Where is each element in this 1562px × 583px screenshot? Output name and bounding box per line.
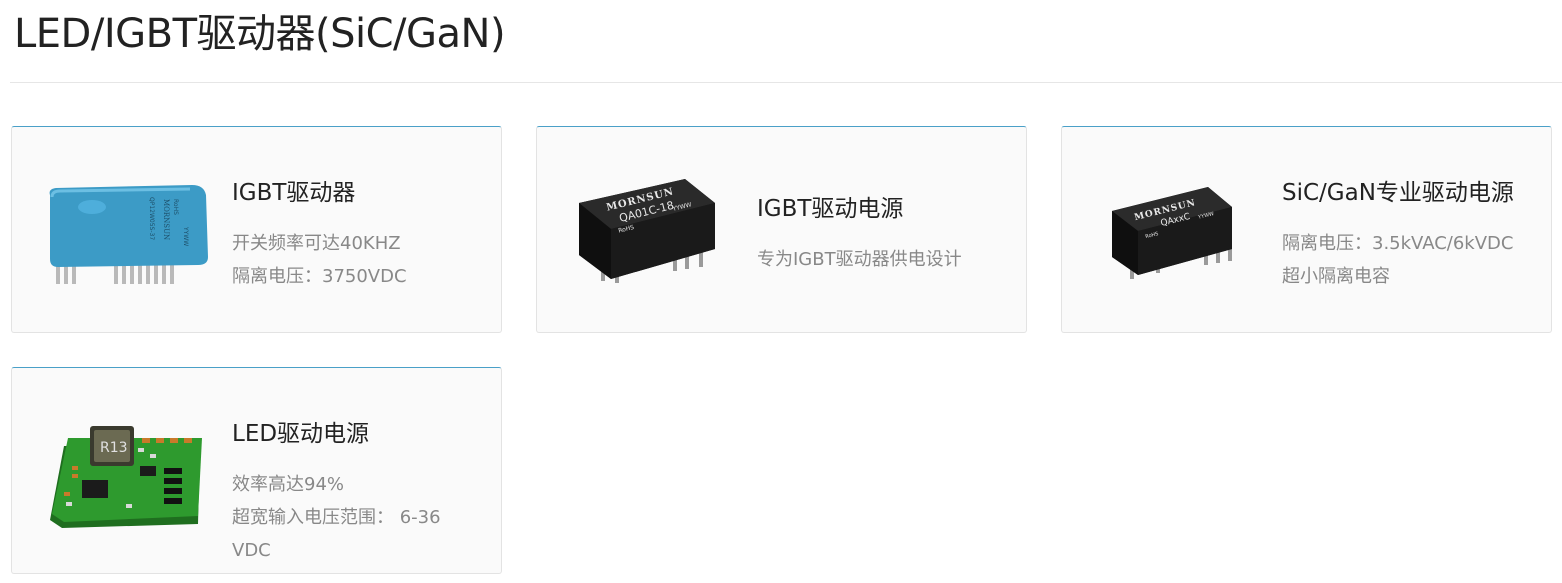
label-date: YYWW xyxy=(182,226,189,246)
title-divider xyxy=(10,82,1562,83)
product-name[interactable]: IGBT驱动电源 xyxy=(757,193,1018,225)
product-feature: 开关频率可达40KHZ xyxy=(232,233,401,254)
product-feature: 效率高达94% xyxy=(232,474,345,495)
product-card-sic-gan-power[interactable]: MORNSUN QAxxC RoHS YYWW SiC/GaN专业驱动电源 隔离… xyxy=(1061,126,1552,333)
product-feature: 超小隔离电容 xyxy=(1282,266,1390,287)
product-feature: 隔离电压：3750VDC xyxy=(232,266,407,287)
product-name[interactable]: LED驱动电源 xyxy=(232,418,493,450)
label-model: QP12W05S-37 xyxy=(148,197,155,240)
product-image-sic-gan-power[interactable]: MORNSUN QAxxC RoHS YYWW xyxy=(1092,167,1262,297)
product-name[interactable]: SiC/GaN专业驱动电源 xyxy=(1282,177,1543,209)
product-card-led-power[interactable]: R13 LED驱动电源 效率高达94% 超宽输入电压范围： 6-36 VDC xyxy=(11,367,502,574)
product-feature: 隔离电压：3.5kVAC/6kVDC xyxy=(1282,233,1514,254)
product-image-led-power[interactable]: R13 xyxy=(42,408,212,538)
label-brand: MORNSUN xyxy=(162,199,170,240)
page-title: LED/IGBT驱动器(SiC/GaN) xyxy=(14,11,506,57)
product-name[interactable]: IGBT驱动器 xyxy=(232,177,493,209)
product-feature: 超宽输入电压范围： 6-36 xyxy=(232,507,441,528)
label-inductor: R13 xyxy=(100,440,128,456)
product-card-igbt-driver[interactable]: MORNSUN QP12W05S-37 RoHS YYWW IGBT驱动器 开关… xyxy=(11,126,502,333)
label-rohs: RoHS xyxy=(172,199,179,215)
product-image-igbt-power[interactable]: MORNSUN QA01C-18 RoHS YYWW xyxy=(567,167,737,297)
product-feature: 专为IGBT驱动器供电设计 xyxy=(757,249,962,270)
product-card-igbt-power[interactable]: MORNSUN QA01C-18 RoHS YYWW IGBT驱动电源 专为IG… xyxy=(536,126,1027,333)
product-image-igbt-driver[interactable]: MORNSUN QP12W05S-37 RoHS YYWW xyxy=(42,167,212,297)
product-feature: VDC xyxy=(232,540,271,561)
